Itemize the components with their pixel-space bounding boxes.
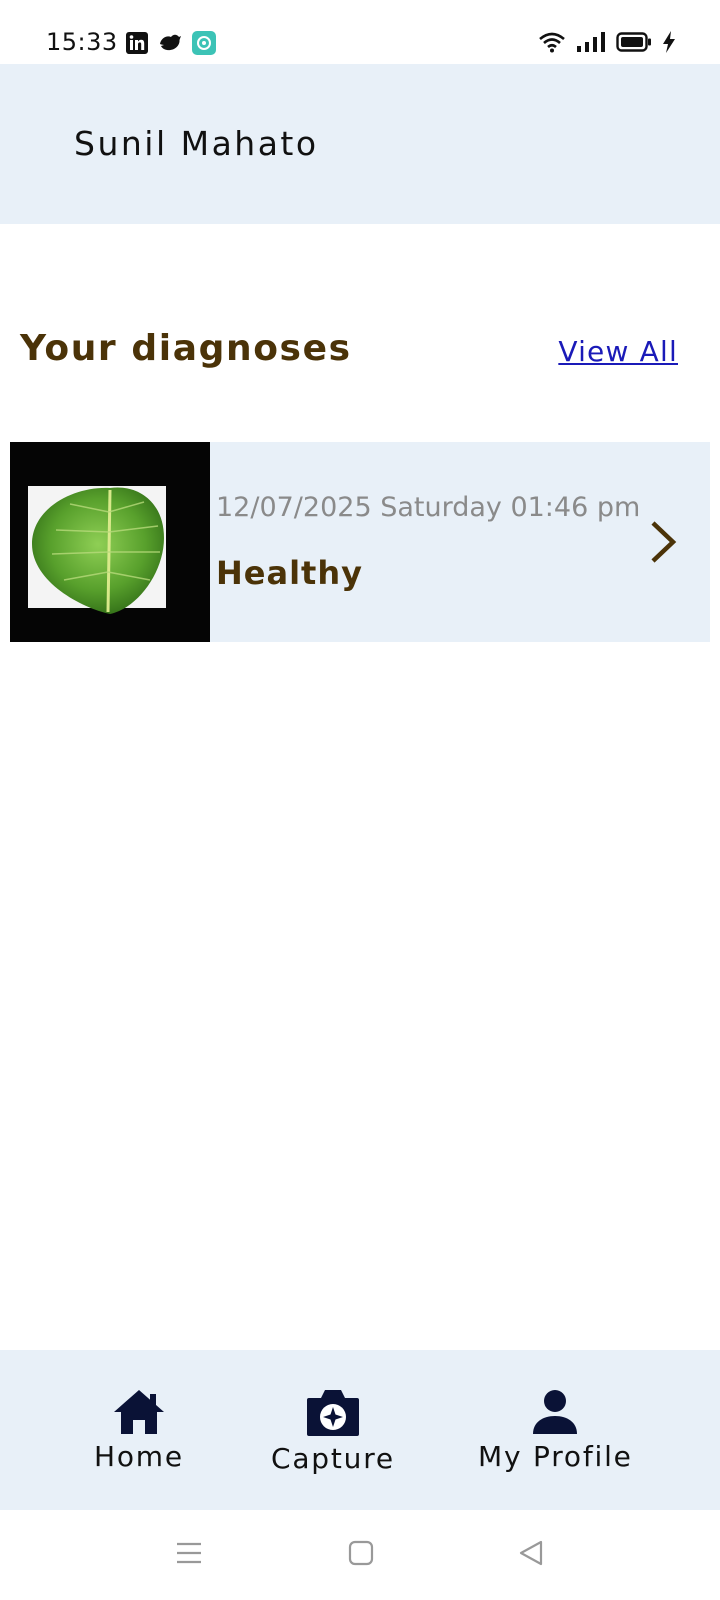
system-nav-bar bbox=[0, 1510, 720, 1600]
nav-capture[interactable]: Capture bbox=[271, 1388, 395, 1475]
home-square-icon[interactable] bbox=[348, 1540, 374, 1566]
battery-icon bbox=[616, 32, 651, 52]
user-name: Sunil Mahato bbox=[74, 124, 319, 163]
camera-icon bbox=[306, 1390, 359, 1436]
menu-icon[interactable] bbox=[176, 1540, 202, 1566]
nav-home[interactable]: Home bbox=[94, 1388, 184, 1473]
status-bar: 15:33 bbox=[0, 0, 720, 64]
diagnosis-card[interactable]: 12/07/2025 Saturday 01:46 pm Healthy bbox=[10, 442, 710, 642]
status-time: 15:33 bbox=[46, 28, 118, 56]
charging-icon bbox=[663, 31, 675, 53]
linkedin-icon bbox=[126, 32, 148, 54]
chat-app-icon bbox=[192, 31, 216, 55]
back-triangle-icon[interactable] bbox=[518, 1540, 544, 1566]
diagnosis-date: 12/07/2025 Saturday 01:46 pm bbox=[216, 492, 641, 523]
status-app-icons bbox=[126, 31, 216, 55]
leaf-thumbnail bbox=[10, 442, 210, 642]
chevron-right-icon[interactable] bbox=[648, 520, 678, 564]
bottom-nav: Home Capture My Profile bbox=[0, 1350, 720, 1510]
leaf-image bbox=[10, 442, 210, 642]
status-indicators bbox=[538, 31, 676, 53]
view-all-link[interactable]: View All bbox=[558, 335, 678, 368]
nav-home-label: Home bbox=[94, 1440, 184, 1473]
nav-profile[interactable]: My Profile bbox=[478, 1388, 633, 1473]
wifi-icon bbox=[539, 32, 565, 53]
person-icon bbox=[533, 1390, 578, 1434]
signal-icon bbox=[577, 32, 605, 52]
app-header: Sunil Mahato bbox=[0, 64, 720, 224]
diagnosis-status: Healthy bbox=[216, 554, 363, 592]
nav-profile-label: My Profile bbox=[478, 1440, 633, 1473]
nav-capture-label: Capture bbox=[271, 1442, 395, 1475]
bird-app-icon bbox=[160, 34, 181, 51]
home-icon bbox=[113, 1390, 164, 1434]
section-title: Your diagnoses bbox=[20, 328, 352, 369]
